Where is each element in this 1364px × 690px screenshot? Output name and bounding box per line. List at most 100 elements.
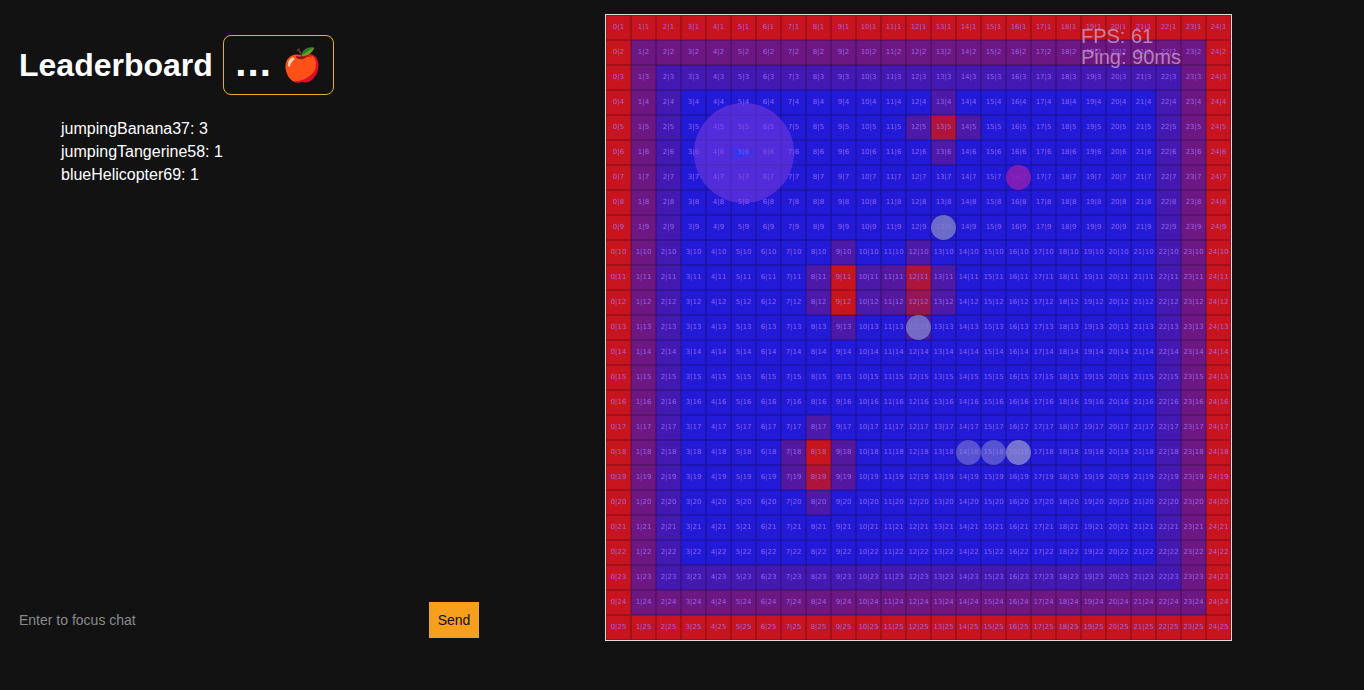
grid-cell: 6|9: [756, 215, 781, 240]
grid-cell: 0|5: [606, 115, 631, 140]
grid-cell: 4|9: [706, 215, 731, 240]
grid-cell: 10|4: [856, 90, 881, 115]
grid-cell: 16|4: [1006, 90, 1031, 115]
grid-cell: 4|20: [706, 490, 731, 515]
grid-cell: 1|20: [631, 490, 656, 515]
grid-cell: 21|11: [1131, 265, 1156, 290]
grid-cell: 23|16: [1181, 390, 1206, 415]
grid-cell: 20|6: [1106, 140, 1131, 165]
grid-cell: 22|8: [1156, 190, 1181, 215]
grid-cell: 9|15: [831, 365, 856, 390]
grid-cell: 22|3: [1156, 65, 1181, 90]
grid-cell: 18|11: [1056, 265, 1081, 290]
grid-cell: 16|19: [1006, 465, 1031, 490]
grid-cell: 1|1: [631, 15, 656, 40]
grid-cell: 0|17: [606, 415, 631, 440]
grid-cell: 4|24: [706, 590, 731, 615]
grid-cell: 12|14: [906, 340, 931, 365]
grid-cell: 0|18: [606, 440, 631, 465]
grid-cell: 20|5: [1106, 115, 1131, 140]
grid-cell: 4|13: [706, 315, 731, 340]
grid-cell: 2|5: [656, 115, 681, 140]
grid-cell: 14|24: [956, 590, 981, 615]
grid-cell: 4|14: [706, 340, 731, 365]
grid-cell: 13|15: [931, 365, 956, 390]
grid-cell: 6|13: [756, 315, 781, 340]
grid-cell: 10|9: [856, 215, 881, 240]
grid-cell: 19|24: [1081, 590, 1106, 615]
grid-cell: 24|10: [1206, 240, 1231, 265]
grid-cell: 1|23: [631, 565, 656, 590]
grid-cell: 3|8: [681, 190, 706, 215]
grid-cell: 4|1: [706, 15, 731, 40]
grid-cell: 21|18: [1131, 440, 1156, 465]
grid-cell: 17|7: [1031, 165, 1056, 190]
grid-cell: 5|10: [731, 240, 756, 265]
chat-input[interactable]: [19, 602, 429, 638]
grid-cell: 24|25: [1206, 615, 1231, 640]
grid-cell: 15|19: [981, 465, 1006, 490]
grid-cell: 4|19: [706, 465, 731, 490]
grid-cell: 17|9: [1031, 215, 1056, 240]
grid-cell: 15|15: [981, 365, 1006, 390]
grid-cell: 24|23: [1206, 565, 1231, 590]
grid-cell: 17|13: [1031, 315, 1056, 340]
grid-cell: 1|13: [631, 315, 656, 340]
grid-cell: 22|24: [1156, 590, 1181, 615]
grid-cell: 4|18: [706, 440, 731, 465]
grid-cell: 14|1: [956, 15, 981, 40]
grid-cell: 2|24: [656, 590, 681, 615]
grid-cell: 13|12: [931, 290, 956, 315]
grid-cell: 9|25: [831, 615, 856, 640]
leaderboard-list: jumpingBanana37: 3jumpingTangerine58: 1b…: [61, 117, 605, 186]
grid-cell: 6|18: [756, 440, 781, 465]
grid-cell: 18|14: [1056, 340, 1081, 365]
grid-cell: 3|15: [681, 365, 706, 390]
grid-cell: 5|25: [731, 615, 756, 640]
grid-cell: 17|19: [1031, 465, 1056, 490]
grid-cell: 4|23: [706, 565, 731, 590]
grid-cell: 24|18: [1206, 440, 1231, 465]
grid-cell: 14|4: [956, 90, 981, 115]
grid-cell: 22|21: [1156, 515, 1181, 540]
grid-cell: 15|20: [981, 490, 1006, 515]
player-blob: [906, 315, 931, 340]
grid-cell: 15|5: [981, 115, 1006, 140]
grid-cell: 23|17: [1181, 415, 1206, 440]
grid-cell: 0|16: [606, 390, 631, 415]
grid-cell: 5|16: [731, 390, 756, 415]
grid-cell: 0|3: [606, 65, 631, 90]
grid-cell: 20|19: [1106, 465, 1131, 490]
grid-cell: 10|10: [856, 240, 881, 265]
grid-cell: 5|22: [731, 540, 756, 565]
grid-cell: 4|11: [706, 265, 731, 290]
snake-segment: [981, 440, 1006, 465]
grid-cell: 6|15: [756, 365, 781, 390]
grid-cell: 24|8: [1206, 190, 1231, 215]
grid-cell: 15|14: [981, 340, 1006, 365]
grid-cell: 14|8: [956, 190, 981, 215]
grid-cell: 18|6: [1056, 140, 1081, 165]
grid-cell: 19|25: [1081, 615, 1106, 640]
grid-cell: 20|25: [1106, 615, 1131, 640]
grid-cell: 11|4: [881, 90, 906, 115]
grid-cell: 12|25: [906, 615, 931, 640]
grid-cell: 13|7: [931, 165, 956, 190]
grid-cell: 0|8: [606, 190, 631, 215]
grid-cell: 15|23: [981, 565, 1006, 590]
grid-cell: 18|5: [1056, 115, 1081, 140]
send-button[interactable]: Send: [429, 602, 479, 638]
grid-cell: 16|13: [1006, 315, 1031, 340]
grid-cell: 6|3: [756, 65, 781, 90]
grid-cell: 14|17: [956, 415, 981, 440]
grid-cell: 21|8: [1131, 190, 1156, 215]
grid-cell: 5|23: [731, 565, 756, 590]
grid-cell: 22|19: [1156, 465, 1181, 490]
grid-cell: 21|13: [1131, 315, 1156, 340]
grid-cell: 9|7: [831, 165, 856, 190]
grid-cell: 7|13: [781, 315, 806, 340]
grid-cell: 23|23: [1181, 565, 1206, 590]
game-arena[interactable]: 0|11|12|13|14|15|16|17|18|19|110|111|112…: [605, 14, 1232, 641]
grid-cell: 7|3: [781, 65, 806, 90]
grid-cell: 2|12: [656, 290, 681, 315]
